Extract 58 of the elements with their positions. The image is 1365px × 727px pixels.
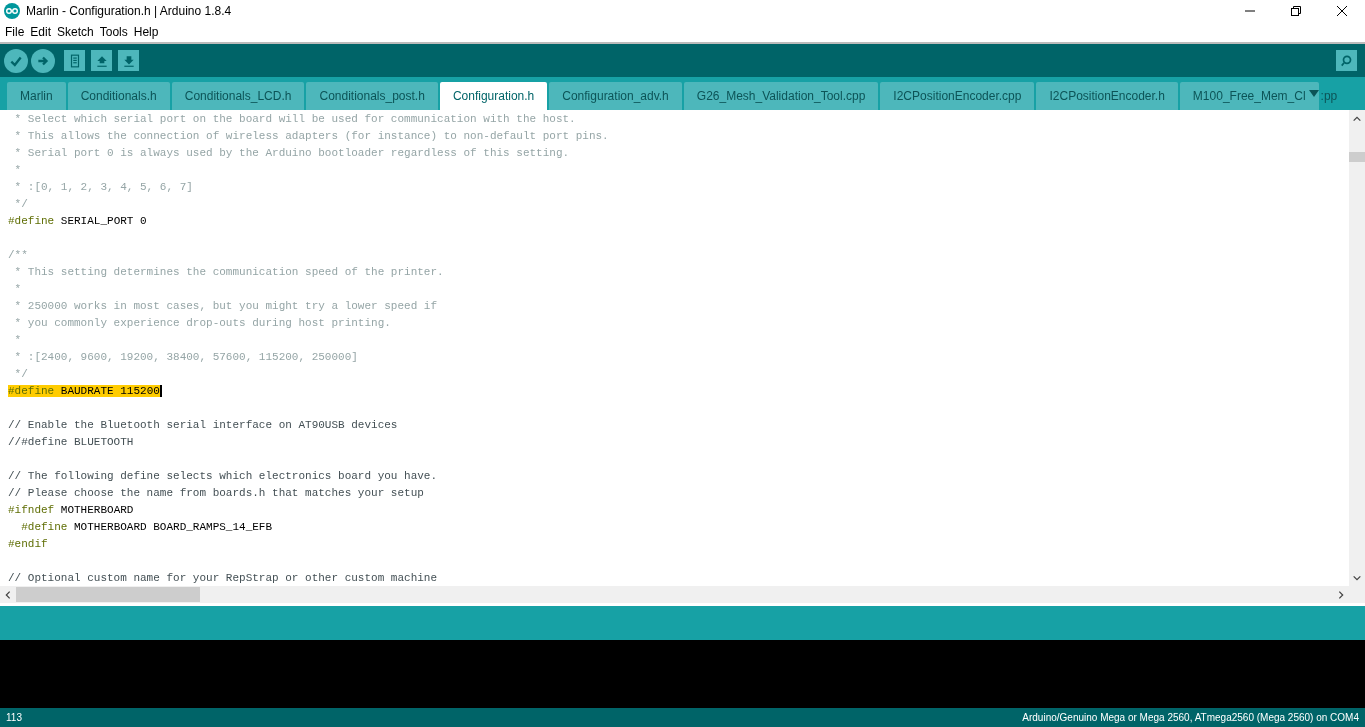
file-tab[interactable]: Conditionals_LCD.h — [171, 82, 305, 110]
verify-button[interactable] — [4, 48, 28, 73]
code-comment: /** — [8, 249, 28, 261]
code-comment: */ — [13, 198, 28, 210]
code-comment: * This setting determines the communication speed of the printer. — [13, 266, 444, 278]
file-tab[interactable]: Configuration.h — [439, 82, 548, 110]
menu-item[interactable]: Edit — [27, 25, 55, 39]
window-title: Marlin - Configuration.h | Arduino 1.8.4 — [26, 4, 232, 18]
file-tab[interactable]: Conditionals_post.h — [306, 82, 438, 110]
file-tab[interactable]: M100_Free_Mem_Cl — [1179, 82, 1319, 110]
code-comment: * Select which serial port on the board will be used for communication with the host. — [13, 113, 576, 125]
file-tab[interactable]: G26_Mesh_Validation_Tool.cpp — [683, 82, 879, 110]
code-comment: * — [13, 283, 22, 295]
code-line: #endif — [8, 538, 48, 550]
magnifier-icon — [1339, 53, 1354, 68]
code-comment: * — [13, 164, 22, 176]
file-tab[interactable]: I2CPositionEncoder.cpp — [880, 82, 1035, 110]
chevron-right-icon — [1336, 589, 1346, 600]
code-line: #define MOTHERBOARD BOARD_RAMPS_14_EFB — [20, 521, 273, 533]
arduino-logo-icon — [4, 3, 20, 19]
code-comment: // Enable the Bluetooth serial interface on AT90USB devices — [8, 419, 398, 431]
code-comment: // The following define selects which electronics board you have. — [8, 470, 438, 482]
code-comment: * 250000 works in most cases, but you might try a lower speed if — [13, 300, 438, 312]
code-comment: */ — [13, 368, 28, 380]
code-comment: // Optional custom name for your RepStrap or other custom machine — [8, 572, 438, 584]
file-tab[interactable]: Conditionals.h — [67, 82, 170, 110]
board-info: Arduino/Genuino Mega or Mega 2560, ATmega2560 (Mega 2560) on COM4 — [1022, 712, 1359, 723]
code-comment: * you commonly experience drop-outs during host printing. — [13, 317, 391, 329]
file-tab[interactable]: I2CPositionEncoder.h — [1036, 82, 1178, 110]
tab-label: :pp — [1320, 88, 1338, 105]
caret-down-icon[interactable] — [1308, 90, 1319, 98]
file-tab[interactable]: Configuration_adv.h — [549, 82, 682, 110]
menu-item[interactable]: File — [2, 25, 28, 39]
scrollbar-thumb[interactable] — [16, 587, 200, 602]
serial-monitor-button[interactable] — [1336, 50, 1357, 71]
menu-item[interactable]: Sketch — [54, 25, 97, 39]
code-line: #ifndef MOTHERBOARD — [8, 504, 134, 516]
new-button[interactable] — [64, 50, 85, 71]
code-comment: * — [13, 334, 22, 346]
menu-item[interactable]: Tools — [96, 25, 131, 39]
code-comment: // Please choose the name from boards.h that matches your setup — [8, 487, 424, 499]
open-button[interactable] — [91, 50, 112, 71]
code-comment: * Serial port 0 is always used by the Arduino bootloader regardless of this setting. — [13, 147, 570, 159]
upload-button[interactable] — [31, 48, 55, 73]
menu-item[interactable]: Help — [130, 25, 162, 39]
file-tab[interactable]: Marlin — [7, 82, 66, 110]
code-comment: * :[2400, 9600, 19200, 38400, 57600, 115200, 250000] — [13, 351, 358, 363]
code-comment: //#define BLUETOOTH — [8, 436, 134, 448]
code-comment: * :[0, 1, 2, 3, 4, 5, 6, 7] — [13, 181, 193, 193]
chevron-left-icon — [3, 589, 13, 600]
close-icon — [1336, 5, 1348, 17]
save-button[interactable] — [118, 50, 139, 71]
code-line: #define SERIAL_PORT 0 — [8, 215, 147, 227]
restore-icon — [1290, 5, 1302, 17]
code-comment: * This allows the connection of wireless adapters (for instance) to non-default port pins. — [13, 130, 609, 142]
arrow-down-icon — [121, 53, 136, 68]
line-number: 113 — [6, 712, 22, 723]
scrollbar-thumb[interactable] — [1349, 152, 1365, 162]
